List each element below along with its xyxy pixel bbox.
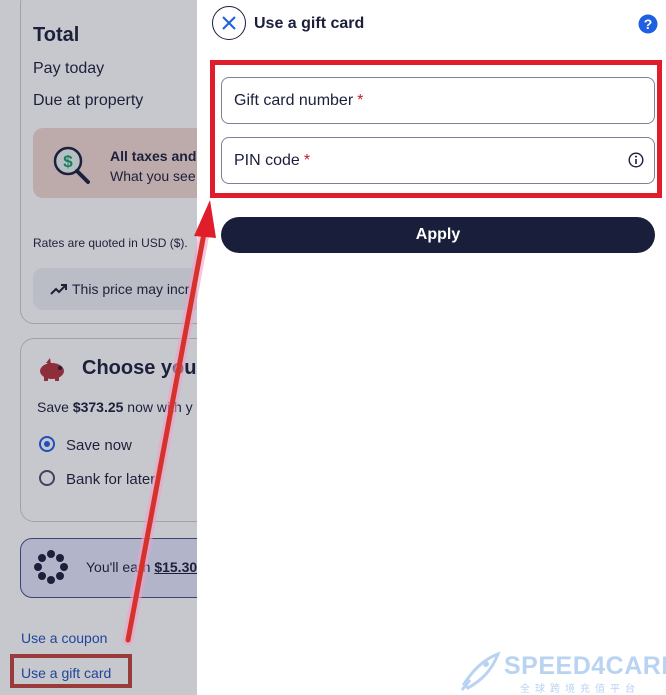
gift-card-number-label: Gift card number * xyxy=(234,92,364,109)
required-marker: * xyxy=(357,92,364,109)
pin-code-label: PIN code * xyxy=(234,152,311,169)
watermark-brand-name: SPEED4CARD xyxy=(504,652,666,680)
help-circle-icon[interactable]: ? xyxy=(638,14,658,34)
sheet-title: Use a gift card xyxy=(254,15,365,32)
required-marker: * xyxy=(303,152,311,169)
pin-code-field[interactable]: PIN code * xyxy=(221,137,655,184)
watermark-subtitle: 全球跨境充值平台 xyxy=(520,684,640,695)
gift-card-number-field[interactable]: Gift card number * xyxy=(221,77,655,124)
speed4card-watermark: SPEED4CARD 全球跨境充值平台 xyxy=(458,650,666,695)
info-icon[interactable] xyxy=(628,152,644,168)
close-icon xyxy=(222,16,236,30)
svg-text:?: ? xyxy=(644,16,653,32)
close-button[interactable] xyxy=(212,6,246,40)
rocket-logo-icon xyxy=(460,651,501,691)
screen: Total Pay today Due at property $ All ta… xyxy=(0,0,666,695)
apply-button[interactable]: Apply xyxy=(221,217,655,253)
